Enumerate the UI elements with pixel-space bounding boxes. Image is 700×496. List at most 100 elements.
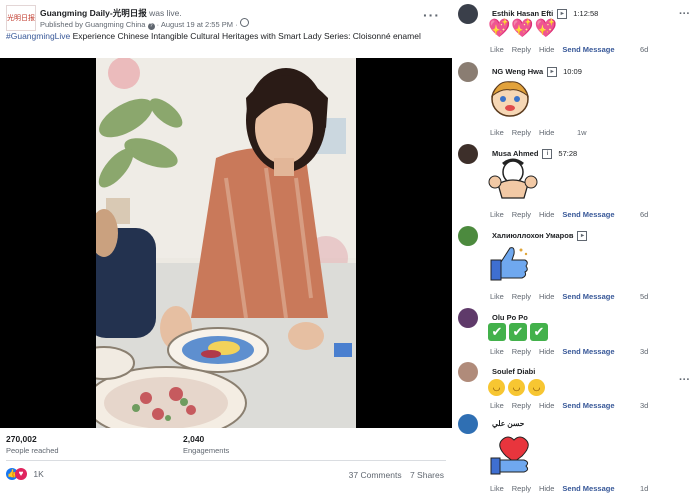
- comment-sticker: [488, 244, 532, 289]
- send-message-link[interactable]: Send Message: [562, 347, 614, 356]
- comment-item: Esthik Hasan Efti ▸ 1:12:58 ··· 💖💖💖 Like Re…: [452, 0, 700, 58]
- reaction-count[interactable]: 1K: [33, 469, 43, 479]
- sparkling-heart-icon: 💖: [534, 18, 558, 38]
- reply-link[interactable]: Reply: [512, 45, 531, 54]
- muscle-sticker-icon: [488, 158, 538, 199]
- like-link[interactable]: Like: [490, 347, 504, 356]
- hashtag-link[interactable]: #GuangmingLive: [6, 31, 70, 41]
- send-message-link[interactable]: Send Message: [562, 45, 614, 54]
- engagements-value: 2,040: [183, 434, 205, 444]
- sparkling-heart-icon: 💖: [488, 18, 511, 38]
- commenter-name-line: حسن علي: [492, 419, 524, 428]
- commenter-avatar[interactable]: [458, 144, 478, 164]
- info-icon: i: [542, 149, 553, 160]
- comment-options-icon[interactable]: ···: [679, 8, 690, 20]
- like-link[interactable]: Like: [490, 292, 504, 301]
- like-link[interactable]: Like: [490, 210, 504, 219]
- commenter-name[interactable]: Musa Ahmed: [492, 149, 538, 158]
- commenter-avatar[interactable]: [458, 362, 478, 382]
- video-timestamp[interactable]: 10:09: [563, 67, 582, 76]
- girl-sticker-icon: [490, 81, 530, 117]
- comment-actions: Like Reply Hide Send Message 3d: [490, 347, 648, 356]
- post-meta: Published by Guangming China ? · August …: [40, 18, 249, 30]
- laughing-face-icon: ◡: [528, 379, 545, 396]
- commenter-name-line: Халиюллохон Умаров ▸: [492, 231, 588, 242]
- comment-actions: Like Reply Hide Send Message 5d: [490, 292, 648, 301]
- flag-icon: ▸: [547, 67, 558, 78]
- thumbs-up-sticker-icon: [490, 247, 528, 281]
- people-reached-value: 270,002: [6, 434, 37, 444]
- post-date[interactable]: August 19 at 2:55 PM: [161, 20, 233, 29]
- comment-age: 1w: [577, 128, 587, 137]
- reply-link[interactable]: Reply: [512, 401, 531, 410]
- heart-in-hand-icon: [490, 436, 529, 475]
- comment-item: Халиюллохон Умаров ▸ Like Reply Hide Send Me…: [452, 222, 700, 304]
- engagements-stat: 2,040 Engagements: [183, 434, 229, 455]
- info-icon: ?: [147, 23, 155, 30]
- page-avatar-logo: 光明日报: [7, 14, 35, 22]
- commenter-name[interactable]: Халиюллохон Умаров: [492, 231, 573, 240]
- hide-link[interactable]: Hide: [539, 484, 554, 493]
- hide-link[interactable]: Hide: [539, 401, 554, 410]
- reply-link[interactable]: Reply: [512, 292, 531, 301]
- like-link[interactable]: Like: [490, 484, 504, 493]
- comment-actions: Like Reply Hide 1w: [490, 128, 587, 137]
- page-name-link[interactable]: Guangming Daily-光明日报: [40, 8, 147, 18]
- send-message-link[interactable]: Send Message: [562, 292, 614, 301]
- hide-link[interactable]: Hide: [539, 210, 554, 219]
- post-body-text: Experience Chinese Intangible Cultural H…: [70, 31, 421, 41]
- commenter-name[interactable]: NG Weng Hwa: [492, 67, 543, 76]
- laughing-face-icon: ◡: [508, 379, 525, 396]
- comment-item: NG Weng Hwa ▸ 10:09 Like Reply Hide 1w: [452, 58, 700, 140]
- commenter-avatar[interactable]: [458, 62, 478, 82]
- comment-actions: Like Reply Hide Send Message 6d: [490, 45, 648, 54]
- comment-age: 6d: [640, 45, 649, 54]
- commenter-avatar[interactable]: [458, 414, 478, 434]
- commenter-avatar[interactable]: [458, 4, 478, 24]
- reply-link[interactable]: Reply: [512, 484, 531, 493]
- sparkling-heart-icon: 💖: [511, 18, 534, 38]
- hide-link[interactable]: Hide: [539, 347, 554, 356]
- hide-link[interactable]: Hide: [539, 128, 554, 137]
- engagements-label: Engagements: [183, 446, 230, 455]
- commenter-name[interactable]: Esthik Hasan Efti: [492, 9, 553, 18]
- commenter-avatar[interactable]: [458, 226, 478, 246]
- video-timestamp[interactable]: 57:28: [558, 149, 577, 158]
- send-message-link[interactable]: Send Message: [562, 210, 614, 219]
- reply-link[interactable]: Reply: [512, 210, 531, 219]
- reply-link[interactable]: Reply: [512, 347, 531, 356]
- globe-icon: [239, 18, 249, 27]
- post-text: #GuangmingLive Experience Chinese Intang…: [6, 31, 436, 42]
- check-mark-icon: ✔: [488, 323, 506, 341]
- reply-link[interactable]: Reply: [512, 128, 531, 137]
- comment-item: Soulef Diabi ··· ◡ ◡ ◡ Like Reply Hide Send M…: [452, 358, 700, 412]
- like-link[interactable]: Like: [490, 401, 504, 410]
- flag-icon: ▸: [577, 231, 588, 242]
- like-link[interactable]: Like: [490, 128, 504, 137]
- comment-laughs: ◡ ◡ ◡: [488, 375, 548, 396]
- more-options-icon[interactable]: ···: [423, 7, 440, 23]
- comment-age: 6d: [640, 210, 649, 219]
- comment-hearts: 💖💖💖: [488, 18, 558, 39]
- like-link[interactable]: Like: [490, 45, 504, 54]
- published-by[interactable]: Published by Guangming China: [40, 20, 145, 29]
- check-mark-icon: ✔: [509, 323, 527, 341]
- comment-age: 1d: [640, 484, 649, 493]
- video-still-illustration: [96, 58, 356, 428]
- comments-count-link[interactable]: 37 Comments: [349, 470, 402, 480]
- video-timestamp[interactable]: 1:12:58: [573, 9, 598, 18]
- check-mark-icon: ✔: [530, 323, 548, 341]
- comment-options-icon[interactable]: ···: [679, 374, 690, 386]
- shares-count-link[interactable]: 7 Shares: [410, 470, 444, 480]
- commenter-name[interactable]: حسن علي: [492, 419, 524, 428]
- video-player[interactable]: [0, 58, 452, 428]
- comments-panel: Esthik Hasan Efti ▸ 1:12:58 ··· 💖💖💖 Like Re…: [452, 0, 700, 496]
- commenter-avatar[interactable]: [458, 308, 478, 328]
- send-message-link[interactable]: Send Message: [562, 484, 614, 493]
- page-avatar[interactable]: 光明日报: [6, 5, 36, 31]
- hide-link[interactable]: Hide: [539, 292, 554, 301]
- comment-sticker: [488, 158, 538, 207]
- hide-link[interactable]: Hide: [539, 45, 554, 54]
- comment-age: 5d: [640, 292, 649, 301]
- send-message-link[interactable]: Send Message: [562, 401, 614, 410]
